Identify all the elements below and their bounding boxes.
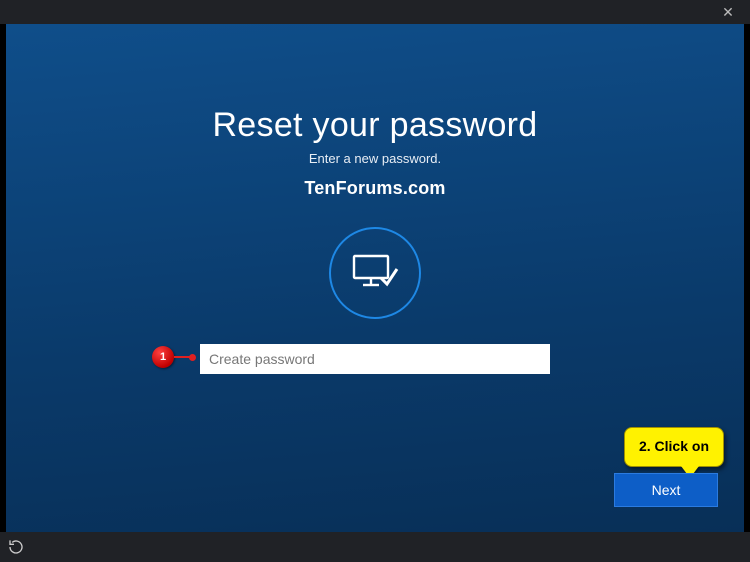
watermark-text: TenForums.com — [6, 178, 744, 199]
close-icon[interactable]: ✕ — [716, 4, 740, 21]
annotation-dot — [189, 354, 196, 361]
page-subtitle: Enter a new password. — [6, 151, 744, 166]
password-field-row — [6, 344, 744, 374]
create-password-input[interactable] — [200, 344, 550, 374]
bottom-bar — [0, 532, 750, 562]
monitor-check-icon — [351, 251, 399, 295]
title-bar: ✕ — [0, 0, 750, 24]
annotation-step-2-callout: 2. Click on — [624, 427, 724, 467]
annotation-step-1: 1 — [152, 346, 196, 368]
annotation-badge-1: 1 — [152, 346, 174, 368]
main-panel: Reset your password Enter a new password… — [6, 24, 744, 533]
power-icon[interactable] — [8, 539, 24, 555]
annotation-connector — [174, 356, 190, 358]
next-button[interactable]: Next — [614, 473, 718, 507]
setup-icon-circle — [329, 227, 421, 319]
page-title: Reset your password — [6, 106, 744, 145]
